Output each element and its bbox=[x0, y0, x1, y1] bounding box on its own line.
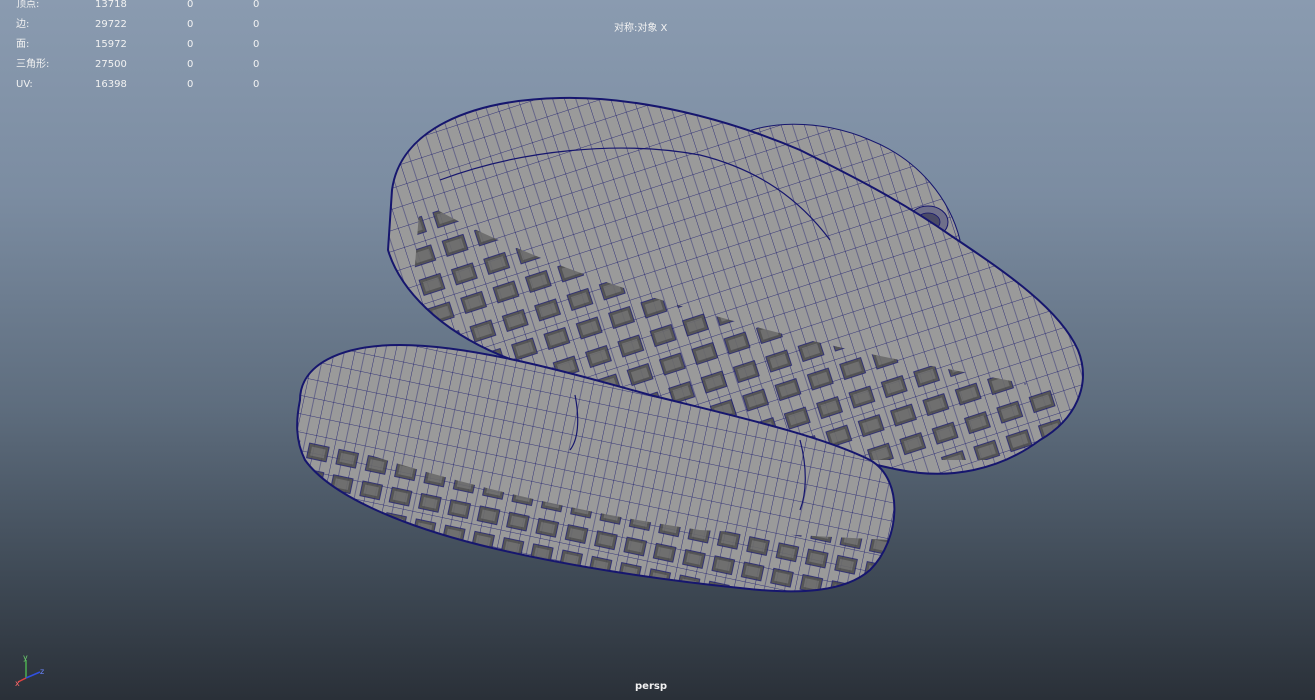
hud-selected-count-2: 0 bbox=[253, 39, 260, 50]
hud-selected-count-2: 0 bbox=[253, 79, 260, 90]
hud-row-triangles: 三角形: 27500 0 0 bbox=[0, 59, 270, 80]
hud-row-faces: 面: 15972 0 0 bbox=[0, 39, 270, 60]
hud-value: 16398 bbox=[95, 79, 127, 90]
maya-viewport[interactable]: 顶点: 13718 0 0 边: 29722 0 0 面: 15972 0 0 … bbox=[0, 0, 1315, 700]
camera-name-label: persp bbox=[635, 681, 667, 692]
hud-label: 顶点: bbox=[16, 0, 40, 10]
slipper-mesh[interactable] bbox=[0, 0, 1315, 700]
axis-gizmo-icon: y z x bbox=[15, 653, 44, 686]
hud-selected-count-2: 0 bbox=[253, 19, 260, 30]
hud-value: 15972 bbox=[95, 39, 127, 50]
hud-selected-count: 0 bbox=[187, 79, 194, 90]
axis-z-label: z bbox=[40, 667, 44, 676]
hud-row-vertices: 顶点: 13718 0 0 bbox=[0, 0, 270, 20]
hud-selected-count-2: 0 bbox=[253, 0, 260, 10]
symmetry-status: 对称:对象 X bbox=[614, 23, 668, 34]
hud-value: 29722 bbox=[95, 19, 127, 30]
hud-selected-count: 0 bbox=[187, 0, 194, 10]
poly-count-hud: 顶点: 13718 0 0 边: 29722 0 0 面: 15972 0 0 … bbox=[0, 0, 270, 100]
hud-row-uvs: UV: 16398 0 0 bbox=[0, 79, 270, 100]
hud-label: 三角形: bbox=[16, 59, 50, 70]
hud-row-edges: 边: 29722 0 0 bbox=[0, 19, 270, 40]
hud-selected-count-2: 0 bbox=[253, 59, 260, 70]
hud-selected-count: 0 bbox=[187, 59, 194, 70]
hud-label: UV: bbox=[16, 79, 33, 90]
hud-label: 面: bbox=[16, 39, 30, 50]
hud-label: 边: bbox=[16, 19, 30, 30]
axis-x-label: x bbox=[15, 679, 20, 686]
axis-y-label: y bbox=[23, 653, 28, 662]
hud-value: 13718 bbox=[95, 0, 127, 10]
hud-selected-count: 0 bbox=[187, 19, 194, 30]
hud-selected-count: 0 bbox=[187, 39, 194, 50]
hud-value: 27500 bbox=[95, 59, 127, 70]
